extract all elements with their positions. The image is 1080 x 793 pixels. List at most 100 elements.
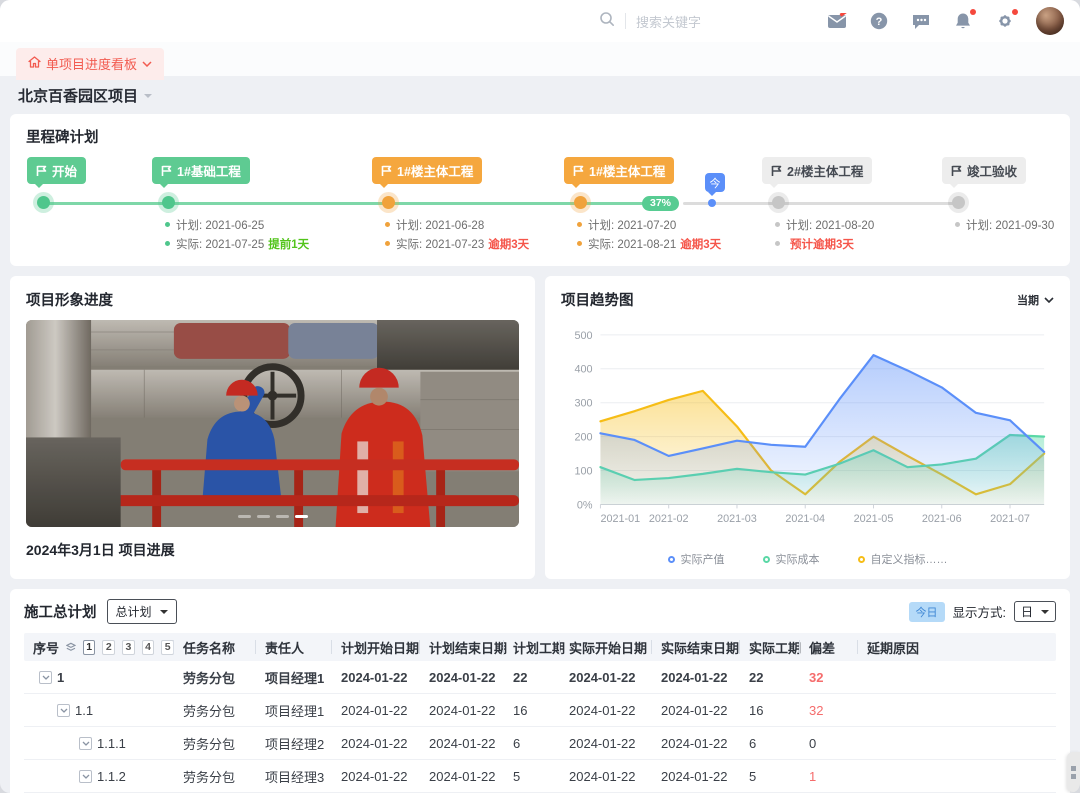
carousel-dot[interactable] [257, 515, 270, 518]
side-panel-handle[interactable] [1067, 752, 1080, 792]
table-cell: 2024-01-22 [560, 769, 652, 784]
level-button-4[interactable]: 4 [142, 640, 155, 655]
table-cell: 2024-01-22 [332, 769, 420, 784]
table-cell: 2024-01-22 [420, 670, 504, 685]
level-button-2[interactable]: 2 [102, 640, 115, 655]
carousel-dot[interactable] [295, 515, 308, 518]
table-cell: 5 [740, 769, 800, 784]
flag-icon [36, 165, 47, 177]
deviation-cell: 32 [800, 703, 858, 718]
level-button-5[interactable]: 5 [161, 640, 174, 655]
carousel-dot[interactable] [238, 515, 251, 518]
level-button-1[interactable]: 1 [83, 640, 96, 655]
column-header-delay-reason: 延期原因 [858, 638, 1056, 657]
column-header-seq: 序号 1 2 3 4 5 [24, 638, 174, 657]
table-cell: 2024-01-22 [652, 703, 740, 718]
svg-text:2021-04: 2021-04 [785, 513, 825, 525]
svg-text:2021-02: 2021-02 [649, 513, 689, 525]
table-cell: 项目经理1 [256, 701, 332, 720]
table-row[interactable]: 1.1.2劳务分包项目经理32024-01-222024-01-2252024-… [24, 760, 1056, 793]
table-cell: 劳务分包 [174, 734, 256, 753]
search-icon [599, 11, 615, 32]
milestone-title: 里程碑计划 [26, 126, 1054, 147]
flag-icon [573, 165, 584, 177]
period-select[interactable]: 当期 [1017, 292, 1054, 308]
table-cell: 2024-01-22 [560, 670, 652, 685]
legend-item[interactable]: 实际成本 [763, 551, 820, 567]
today-marker-dot [708, 199, 716, 207]
title-row: 北京百香园区项目 [10, 76, 1070, 114]
notifications-icon[interactable] [952, 10, 974, 32]
tree-toggle-icon[interactable] [79, 737, 92, 750]
table-row[interactable]: 1劳务分包项目经理12024-01-222024-01-22222024-01-… [24, 661, 1056, 694]
milestone-dot [772, 196, 785, 209]
flag-icon [771, 165, 782, 177]
table-cell: 2024-01-22 [332, 703, 420, 718]
table-cell: 2024-01-22 [652, 736, 740, 751]
layers-icon[interactable] [66, 641, 76, 653]
photo-caption: 2024年3月1日 项目进展 [26, 540, 519, 560]
deviation-cell: 1 [800, 769, 858, 784]
project-switch-caret-icon[interactable] [144, 94, 152, 102]
svg-text:200: 200 [574, 432, 592, 444]
carousel-dot[interactable] [276, 515, 289, 518]
table-cell: 劳务分包 [174, 668, 256, 687]
today-badge: 今日 [909, 602, 945, 622]
flag-icon [381, 165, 392, 177]
schedule-table-header: 序号 1 2 3 4 5 任务名称 责任人 计划开始日期 计划结束日期 计划工期… [24, 633, 1056, 661]
table-cell: 2024-01-22 [332, 670, 420, 685]
table-cell: 2024-01-22 [652, 670, 740, 685]
schedule-table-body: 1劳务分包项目经理12024-01-222024-01-22222024-01-… [24, 661, 1056, 793]
milestone-dot [952, 196, 965, 209]
column-header-actual-start: 实际开始日期 [560, 638, 652, 657]
milestone-badge: 1#楼主体工程 [372, 157, 482, 184]
milestone-badge: 1#基础工程 [152, 157, 250, 184]
milestone-badge: 2#楼主体工程 [762, 157, 872, 184]
photo-card: 项目形象进度 [10, 276, 535, 579]
table-row[interactable]: 1.1.1劳务分包项目经理22024-01-222024-01-2262024-… [24, 727, 1056, 760]
level-button-3[interactable]: 3 [122, 640, 135, 655]
table-cell: 2024-01-22 [560, 703, 652, 718]
column-header-plan-end: 计划结束日期 [420, 638, 504, 657]
project-photo [26, 320, 519, 527]
timeline-segment [43, 202, 643, 205]
search-input[interactable]: 搜索关键字 [599, 11, 756, 32]
table-cell: 22 [504, 670, 560, 685]
milestone-dates: 计划: 2021-08-20预计逾期3天 [775, 215, 874, 253]
svg-text:2021-06: 2021-06 [922, 513, 962, 525]
milestone-badge: 开始 [27, 157, 86, 184]
legend-item[interactable]: 自定义指标…… [858, 551, 948, 567]
column-header-plan-days: 计划工期 [504, 638, 560, 657]
display-mode-select[interactable]: 日 [1014, 601, 1056, 622]
chat-icon[interactable] [910, 10, 932, 32]
table-row[interactable]: 1.1劳务分包项目经理12024-01-222024-01-22162024-0… [24, 694, 1056, 727]
trend-chart: 5004003002001000%2021-012021-022021-0320… [561, 312, 1054, 549]
column-header-actual-days: 实际工期 [740, 638, 800, 657]
mail-icon[interactable] [826, 10, 848, 32]
home-icon [28, 56, 41, 71]
help-icon[interactable]: ? [868, 10, 890, 32]
svg-text:2021-05: 2021-05 [854, 513, 894, 525]
period-value: 当期 [1017, 292, 1039, 308]
tree-toggle-icon[interactable] [79, 770, 92, 783]
table-cell: 6 [740, 736, 800, 751]
schedule-title: 施工总计划 [24, 601, 97, 622]
legend-item[interactable]: 实际产值 [668, 551, 725, 567]
table-cell: 16 [740, 703, 800, 718]
chevron-down-icon [142, 61, 152, 67]
topbar: 搜索关键字 ? [0, 0, 1080, 42]
milestone-dates: 计划: 2021-06-25实际: 2021-07-25 提前1天 [165, 215, 309, 253]
notification-badge [970, 9, 976, 15]
flag-icon [161, 165, 172, 177]
table-cell: 2024-01-22 [560, 736, 652, 751]
avatar[interactable] [1036, 7, 1064, 35]
tree-toggle-icon[interactable] [39, 671, 52, 684]
flag-icon [951, 165, 962, 177]
plan-type-select[interactable]: 总计划 [107, 599, 177, 624]
tab-label: 单项目进度看板 [46, 54, 137, 73]
settings-icon[interactable] [994, 10, 1016, 32]
milestone-dates: 计划: 2021-07-20实际: 2021-08-21 逾期3天 [577, 215, 721, 253]
tree-toggle-icon[interactable] [57, 704, 70, 717]
timeline-segment [683, 202, 958, 205]
project-photo-art [26, 320, 519, 527]
